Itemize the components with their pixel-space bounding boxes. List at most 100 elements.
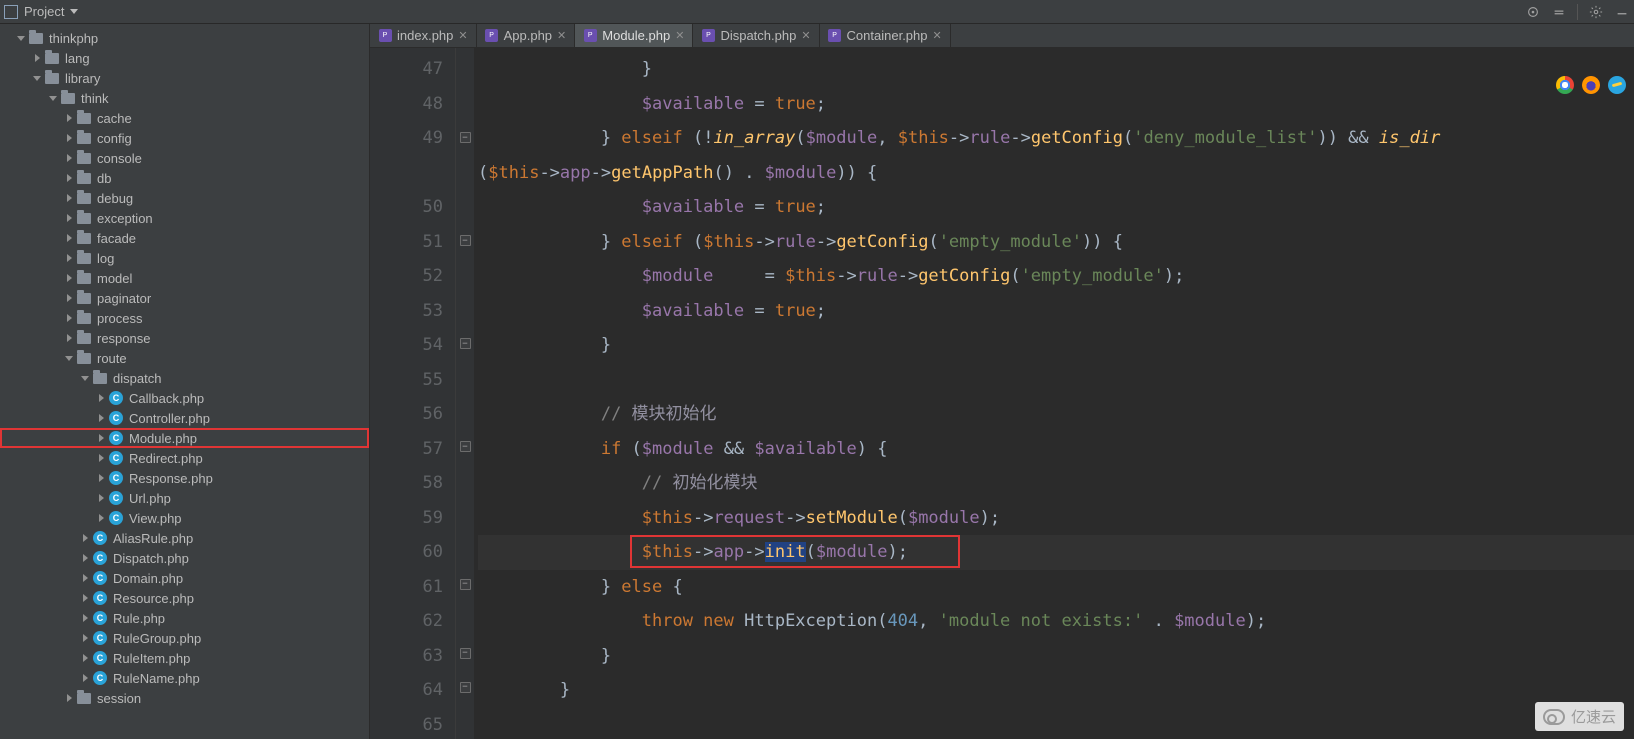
tree-folder[interactable]: config xyxy=(0,128,369,148)
tree-file[interactable]: CCallback.php xyxy=(0,388,369,408)
tree-file[interactable]: CDomain.php xyxy=(0,568,369,588)
code-line[interactable]: } else { xyxy=(478,570,1634,605)
project-dropdown-caret-icon[interactable] xyxy=(70,9,78,14)
code-line[interactable]: } elseif (!in_array($module, $this->rule… xyxy=(478,121,1634,156)
close-icon[interactable]: ✕ xyxy=(933,29,942,42)
tree-folder[interactable]: route xyxy=(0,348,369,368)
tree-file[interactable]: CModule.php xyxy=(0,428,369,448)
code-line[interactable]: } xyxy=(478,673,1634,708)
expand-arrow-icon[interactable] xyxy=(64,213,74,223)
close-icon[interactable]: ✕ xyxy=(801,29,810,42)
fold-toggle-icon[interactable]: − xyxy=(460,682,471,693)
tree-folder[interactable]: library xyxy=(0,68,369,88)
expand-arrow-icon[interactable] xyxy=(96,453,106,463)
code-line[interactable]: $available = true; xyxy=(478,87,1634,122)
expand-arrow-icon[interactable] xyxy=(80,673,90,683)
expand-arrow-icon[interactable] xyxy=(64,293,74,303)
expand-arrow-icon[interactable] xyxy=(64,173,74,183)
expand-arrow-icon[interactable] xyxy=(80,373,90,383)
tree-folder[interactable]: process xyxy=(0,308,369,328)
expand-arrow-icon[interactable] xyxy=(64,273,74,283)
expand-arrow-icon[interactable] xyxy=(80,573,90,583)
tree-folder[interactable]: session xyxy=(0,688,369,708)
code-line[interactable]: $this->request->setModule($module); xyxy=(478,501,1634,536)
expand-arrow-icon[interactable] xyxy=(64,253,74,263)
expand-arrow-icon[interactable] xyxy=(64,153,74,163)
fold-toggle-icon[interactable]: − xyxy=(460,338,471,349)
editor-tab[interactable]: PDispatch.php✕ xyxy=(693,24,819,47)
editor-tab[interactable]: Pindex.php✕ xyxy=(370,24,477,47)
code-line[interactable]: $module = $this->rule->getConfig('empty_… xyxy=(478,259,1634,294)
expand-arrow-icon[interactable] xyxy=(64,113,74,123)
editor-tab[interactable]: PModule.php✕ xyxy=(575,24,693,47)
expand-arrow-icon[interactable] xyxy=(80,633,90,643)
tree-file[interactable]: CRuleItem.php xyxy=(0,648,369,668)
tree-file[interactable]: CResource.php xyxy=(0,588,369,608)
tree-folder[interactable]: paginator xyxy=(0,288,369,308)
tree-folder[interactable]: think xyxy=(0,88,369,108)
expand-arrow-icon[interactable] xyxy=(96,493,106,503)
expand-arrow-icon[interactable] xyxy=(96,513,106,523)
expand-arrow-icon[interactable] xyxy=(48,93,58,103)
close-icon[interactable]: ✕ xyxy=(458,29,467,42)
expand-arrow-icon[interactable] xyxy=(96,413,106,423)
fold-toggle-icon[interactable]: − xyxy=(460,132,471,143)
code-line[interactable]: throw new HttpException(404, 'module not… xyxy=(478,604,1634,639)
tree-file[interactable]: CRule.php xyxy=(0,608,369,628)
gear-icon[interactable] xyxy=(1588,4,1604,20)
tree-folder[interactable]: log xyxy=(0,248,369,268)
close-icon[interactable]: ✕ xyxy=(675,29,684,42)
expand-arrow-icon[interactable] xyxy=(64,353,74,363)
code-line[interactable]: ($this->app->getAppPath() . $module)) { xyxy=(478,156,1634,191)
tree-file[interactable]: CAliasRule.php xyxy=(0,528,369,548)
tree-folder[interactable]: facade xyxy=(0,228,369,248)
tree-folder[interactable]: debug xyxy=(0,188,369,208)
ie-icon[interactable] xyxy=(1608,76,1626,94)
tree-folder[interactable]: dispatch xyxy=(0,368,369,388)
tree-folder[interactable]: lang xyxy=(0,48,369,68)
tree-file[interactable]: CController.php xyxy=(0,408,369,428)
code-line[interactable]: // 模块初始化 xyxy=(478,397,1634,432)
expand-arrow-icon[interactable] xyxy=(96,393,106,403)
code-line[interactable]: } xyxy=(478,639,1634,674)
tree-file[interactable]: CRuleName.php xyxy=(0,668,369,688)
fold-toggle-icon[interactable]: − xyxy=(460,648,471,659)
tree-file[interactable]: CDispatch.php xyxy=(0,548,369,568)
code-line[interactable]: } xyxy=(478,328,1634,363)
expand-arrow-icon[interactable] xyxy=(80,533,90,543)
expand-arrow-icon[interactable] xyxy=(64,333,74,343)
tree-file[interactable]: CRedirect.php xyxy=(0,448,369,468)
expand-arrow-icon[interactable] xyxy=(64,133,74,143)
tree-file[interactable]: CRuleGroup.php xyxy=(0,628,369,648)
fold-toggle-icon[interactable]: − xyxy=(460,441,471,452)
code-line[interactable]: $available = true; xyxy=(478,190,1634,225)
tree-folder[interactable]: thinkphp xyxy=(0,28,369,48)
expand-arrow-icon[interactable] xyxy=(80,553,90,563)
code-line[interactable]: $available = true; xyxy=(478,294,1634,329)
expand-arrow-icon[interactable] xyxy=(80,593,90,603)
minimize-icon[interactable] xyxy=(1614,4,1630,20)
code-line[interactable] xyxy=(478,363,1634,398)
tree-folder[interactable]: model xyxy=(0,268,369,288)
fold-toggle-icon[interactable]: − xyxy=(460,579,471,590)
code-area[interactable]: } $available = true; } elseif (!in_array… xyxy=(474,48,1634,739)
expand-arrow-icon[interactable] xyxy=(64,193,74,203)
tree-file[interactable]: CUrl.php xyxy=(0,488,369,508)
chrome-icon[interactable] xyxy=(1556,76,1574,94)
tree-file[interactable]: CView.php xyxy=(0,508,369,528)
tree-folder[interactable]: cache xyxy=(0,108,369,128)
editor-tab[interactable]: PContainer.php✕ xyxy=(820,24,951,47)
fold-toggle-icon[interactable]: − xyxy=(460,235,471,246)
expand-arrow-icon[interactable] xyxy=(80,653,90,663)
code-line[interactable] xyxy=(478,708,1634,739)
tree-folder[interactable]: response xyxy=(0,328,369,348)
code-editor[interactable]: 47484950515253545556575859606162636465 −… xyxy=(370,48,1634,739)
tree-file[interactable]: CResponse.php xyxy=(0,468,369,488)
expand-arrow-icon[interactable] xyxy=(16,33,26,43)
expand-arrow-icon[interactable] xyxy=(80,613,90,623)
firefox-icon[interactable] xyxy=(1582,76,1600,94)
project-tree[interactable]: thinkphplanglibrarythinkcacheconfigconso… xyxy=(0,24,370,739)
code-line[interactable]: } xyxy=(478,52,1634,87)
expand-arrow-icon[interactable] xyxy=(96,473,106,483)
expand-arrow-icon[interactable] xyxy=(64,313,74,323)
